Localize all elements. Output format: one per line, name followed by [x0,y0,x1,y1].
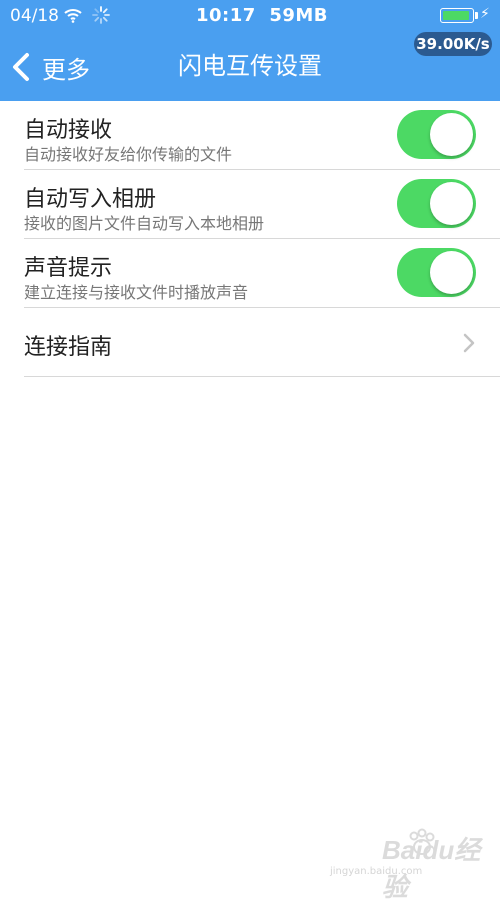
setting-sound-alert: 声音提示 建立连接与接收文件时播放声音 [24,239,500,308]
settings-list: 自动接收 自动接收好友给你传输的文件 自动写入相册 接收的图片文件自动写入本地相… [24,101,500,377]
setting-title: 声音提示 [24,256,113,281]
toggle-knob [430,251,473,294]
setting-subtitle: 建立连接与接收文件时播放声音 [24,283,249,302]
auto-receive-toggle[interactable] [397,110,476,159]
setting-subtitle: 自动接收好友给你传输的文件 [24,145,233,164]
setting-title: 自动写入相册 [24,187,157,212]
status-bar: 04/18 10:17 59MB ⚡ [0,0,500,32]
page-title: 闪电互传设置 [178,52,322,80]
nav-header: 04/18 10:17 59MB ⚡ 39.00K/s 更多 闪电互传设置 [0,0,500,101]
auto-save-album-toggle[interactable] [397,179,476,228]
watermark-url: jingyan.baidu.com [330,866,423,877]
status-date: 04/18 [10,6,59,26]
toggle-knob [430,113,473,156]
guide-title: 连接指南 [24,335,113,360]
setting-subtitle: 接收的图片文件自动写入本地相册 [24,214,265,233]
charging-bolt-icon: ⚡ [480,6,490,22]
setting-auto-save-album: 自动写入相册 接收的图片文件自动写入本地相册 [24,170,500,239]
sound-alert-toggle[interactable] [397,248,476,297]
toggle-knob [430,182,473,225]
setting-auto-receive: 自动接收 自动接收好友给你传输的文件 [24,101,500,170]
wifi-icon [64,9,82,23]
battery-level [443,11,469,20]
battery-icon [440,8,474,23]
status-time-memory: 10:17 59MB [196,5,329,26]
loading-spinner-icon [92,6,110,24]
battery-tip [475,12,478,19]
chevron-right-icon [463,333,475,353]
connection-guide-row[interactable]: 连接指南 [24,308,500,377]
baidu-watermark: Baidu经验 jingyan.baidu.com [330,826,490,902]
setting-title: 自动接收 [24,118,113,143]
